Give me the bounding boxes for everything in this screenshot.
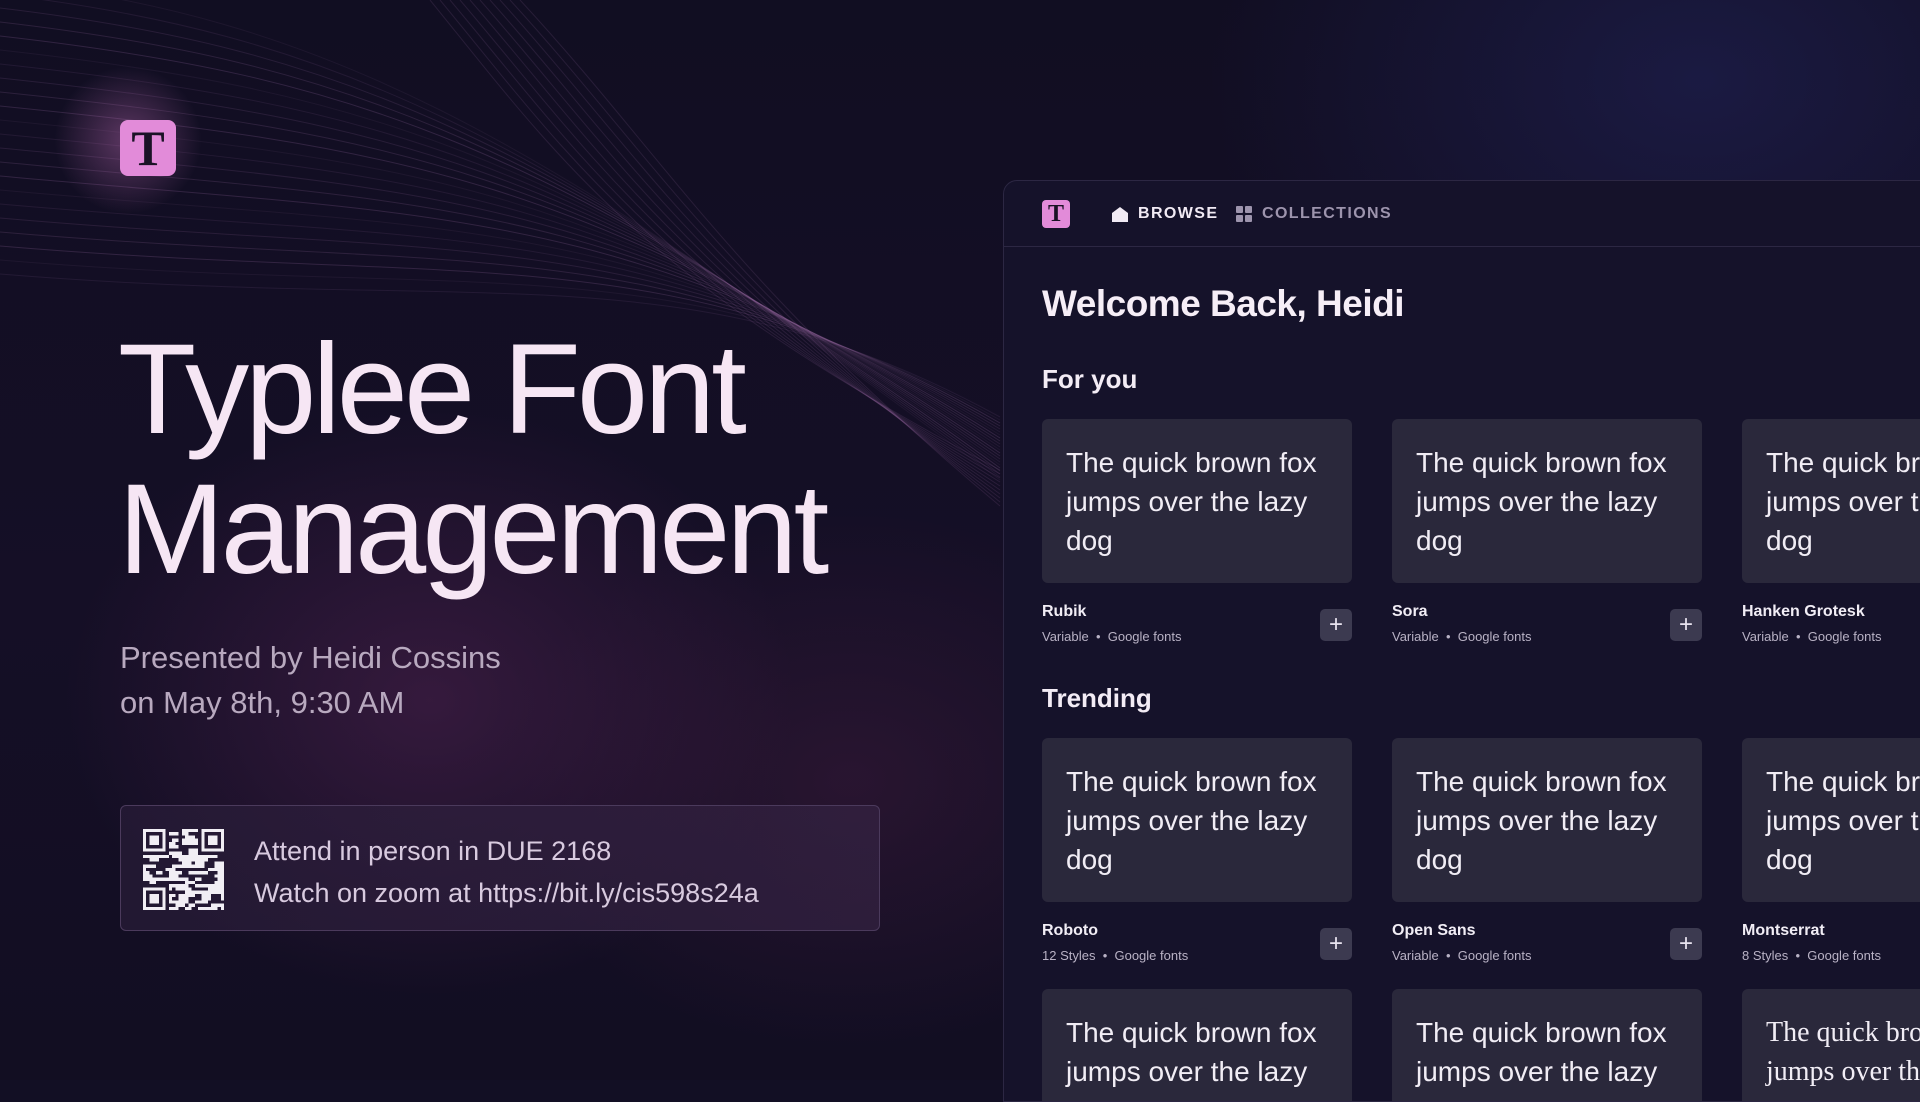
section-title-for-you: For you [1042, 364, 1138, 394]
attendance-info-box: Attend in person in DUE 2168 Watch on zo… [120, 805, 880, 931]
font-meta: Variable • Google fonts [1392, 629, 1532, 644]
typlee-logo: T [120, 120, 176, 176]
font-name: Montserrat [1742, 922, 1825, 939]
font-meta: Variable • Google fonts [1392, 948, 1532, 963]
font-card-roboto[interactable]: The quick brown fox jumps over the lazy … [1042, 738, 1352, 963]
nav-browse[interactable]: BROWSE [1111, 202, 1218, 226]
font-styles: Variable [1742, 629, 1789, 644]
nav-browse-label: BROWSE [1138, 205, 1219, 222]
font-card-sora[interactable]: The quick brown fox jumps over the lazy … [1392, 419, 1702, 644]
font-preview: The quick brown fox jumps over the lazy … [1042, 738, 1352, 902]
font-card-more-3[interactable]: The quick brown fox jumps over the lazy [1742, 989, 1920, 1101]
font-source: Google fonts [1107, 629, 1182, 644]
font-source: Google fonts [1457, 948, 1532, 963]
font-meta: Variable • Google fonts [1042, 629, 1182, 644]
font-name: Open Sans [1392, 922, 1476, 939]
font-preview: The quick brown fox jumps over the lazy [1742, 989, 1920, 1101]
section-title-trending: Trending [1042, 683, 1152, 713]
attendance-text: Attend in person in DUE 2168 Watch on zo… [254, 830, 759, 914]
presenter-info: Presented by Heidi Cossins on May 8th, 9… [120, 635, 501, 725]
grid-icon [1236, 206, 1252, 222]
qr-code-icon[interactable] [143, 829, 224, 910]
add-font-button[interactable]: + [1670, 928, 1702, 960]
nav-collections[interactable]: COLLECTIONS [1235, 202, 1392, 226]
app-navbar: T BROWSE COLLECTIONS [1004, 181, 1920, 247]
font-preview: The quick brown fox jumps over the lazy … [1742, 738, 1920, 902]
hero-title-line-1: Typlee Font [118, 318, 747, 461]
presentation-date: on May 8th, 9:30 AM [120, 685, 405, 720]
font-styles: 12 Styles [1042, 948, 1096, 963]
font-source: Google fonts [1114, 948, 1189, 963]
app-window: T BROWSE COLLECTIONS Welcome Back, Heidi… [1003, 180, 1920, 1102]
font-name: Sora [1392, 603, 1428, 620]
font-card-hanken-grotesk[interactable]: The quick brown fox jumps over the lazy … [1742, 419, 1920, 644]
font-card-rubik[interactable]: The quick brown fox jumps over the lazy … [1042, 419, 1352, 644]
hero-title: Typlee Font Management [118, 320, 918, 600]
add-font-button[interactable]: + [1670, 609, 1702, 641]
font-styles: Variable [1042, 629, 1089, 644]
font-preview: The quick brown fox jumps over the lazy … [1392, 419, 1702, 583]
font-source: Google fonts [1807, 948, 1881, 963]
font-card-more-1[interactable]: The quick brown fox jumps over the lazy [1042, 989, 1352, 1101]
welcome-heading: Welcome Back, Heidi [1042, 283, 1405, 324]
attend-in-person-text: Attend in person in DUE 2168 [254, 836, 612, 866]
font-meta: 12 Styles • Google fonts [1042, 948, 1189, 963]
font-source: Google fonts [1807, 629, 1882, 644]
font-styles: 8 Styles [1742, 948, 1789, 963]
font-styles: Variable [1392, 948, 1439, 963]
font-name: Hanken Grotesk [1742, 603, 1865, 620]
font-card-more-2[interactable]: The quick brown fox jumps over the lazy [1392, 989, 1702, 1101]
font-styles: Variable [1392, 629, 1439, 644]
home-icon [1112, 206, 1128, 222]
zoom-link-text[interactable]: Watch on zoom at https://bit.ly/cis598s2… [254, 872, 759, 914]
font-preview: The quick brown fox jumps over the lazy … [1042, 419, 1352, 583]
font-meta: Variable • Google fonts [1742, 629, 1882, 644]
font-preview: The quick brown fox jumps over the lazy [1392, 989, 1702, 1101]
app-logo-letter: T [1047, 201, 1064, 227]
app-logo[interactable]: T [1042, 200, 1070, 228]
hero-title-line-2: Management [118, 458, 829, 601]
font-meta: 8 Styles • Google fonts [1742, 948, 1881, 963]
font-source: Google fonts [1457, 629, 1532, 644]
add-font-button[interactable]: + [1320, 609, 1352, 641]
add-font-button[interactable]: + [1320, 928, 1352, 960]
nav-collections-label: COLLECTIONS [1262, 205, 1393, 222]
font-preview: The quick brown fox jumps over the lazy … [1742, 419, 1920, 583]
font-card-open-sans[interactable]: The quick brown fox jumps over the lazy … [1392, 738, 1702, 963]
font-card-montserrat[interactable]: The quick brown fox jumps over the lazy … [1742, 738, 1920, 963]
font-name: Rubik [1042, 603, 1087, 620]
font-name: Roboto [1042, 922, 1098, 939]
logo-letter: T [131, 120, 165, 176]
font-preview: The quick brown fox jumps over the lazy … [1392, 738, 1702, 902]
presenter-name: Presented by Heidi Cossins [120, 640, 501, 675]
font-preview: The quick brown fox jumps over the lazy [1042, 989, 1352, 1101]
